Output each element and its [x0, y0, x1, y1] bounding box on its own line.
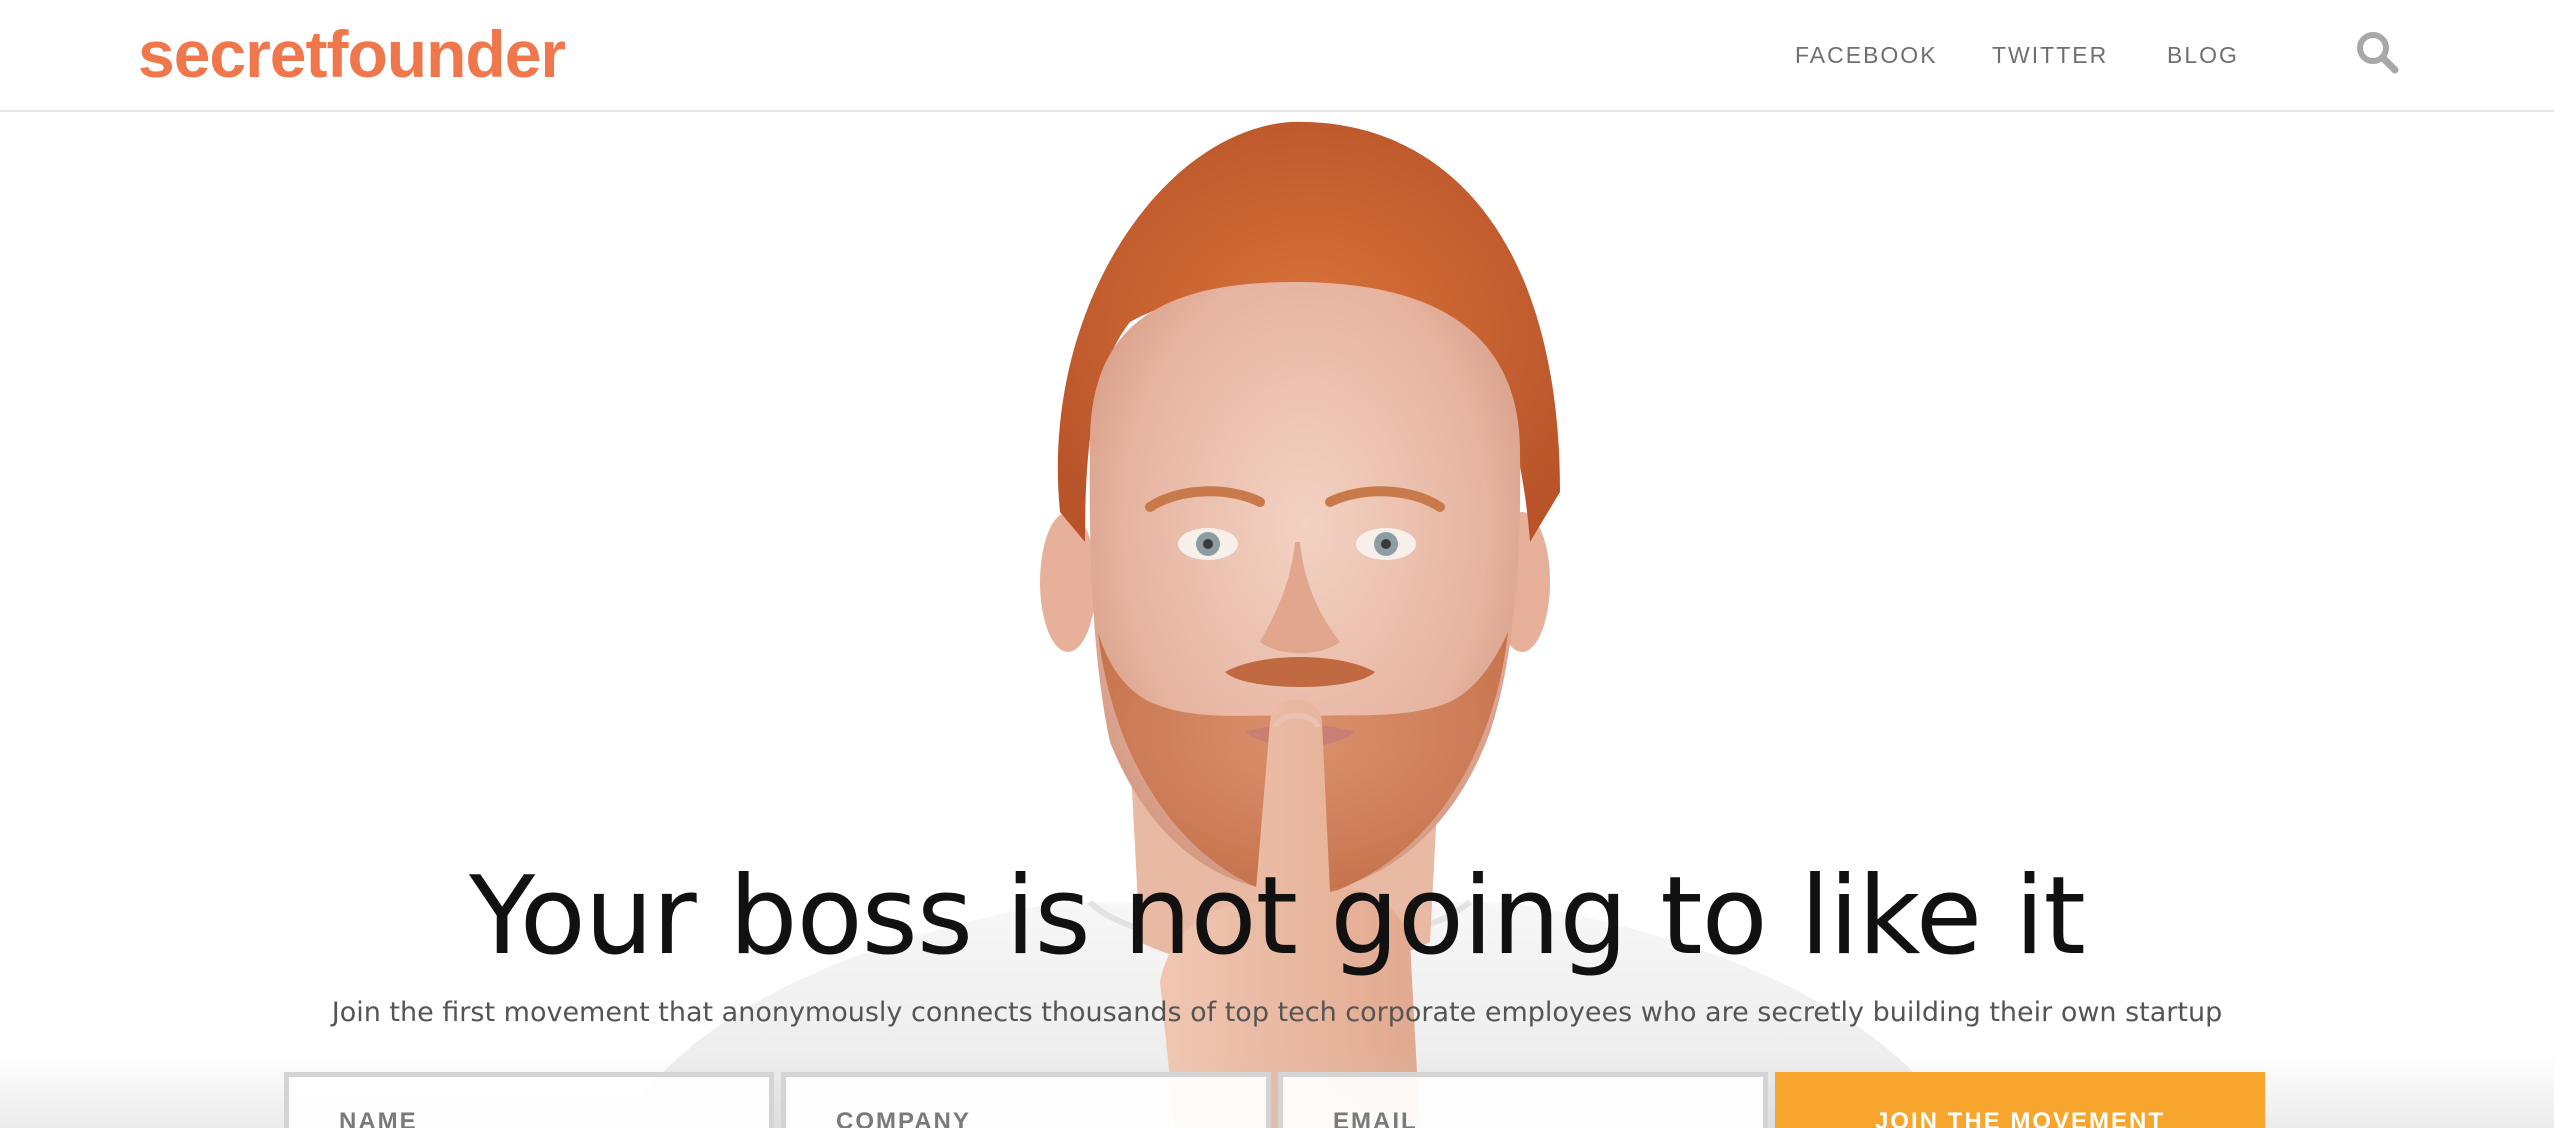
email-input[interactable] [1278, 1072, 1768, 1128]
company-input[interactable] [781, 1072, 1271, 1128]
nav-twitter-link[interactable]: TWITTER [1992, 38, 2108, 72]
search-icon [2357, 32, 2399, 74]
name-input[interactable] [284, 1072, 774, 1128]
hero-headline: Your boss is not going to like it [469, 854, 2086, 980]
join-the-movement-button[interactable]: JOIN THE MOVEMENT [1775, 1072, 2265, 1128]
nav-facebook-link[interactable]: FACEBOOK [1795, 38, 1938, 72]
page: secretfounder FACEBOOK TWITTER BLOG Your… [0, 0, 2554, 1128]
search-button[interactable] [2355, 30, 2401, 76]
site-header: secretfounder FACEBOOK TWITTER BLOG [0, 0, 2554, 112]
hero-section: Your boss is not going to like it Join t… [0, 112, 2554, 1128]
nav-blog-link[interactable]: BLOG [2167, 38, 2239, 72]
logo[interactable]: secretfounder [138, 14, 566, 94]
hero-subline: Join the first movement that anonymously… [331, 997, 2223, 1028]
